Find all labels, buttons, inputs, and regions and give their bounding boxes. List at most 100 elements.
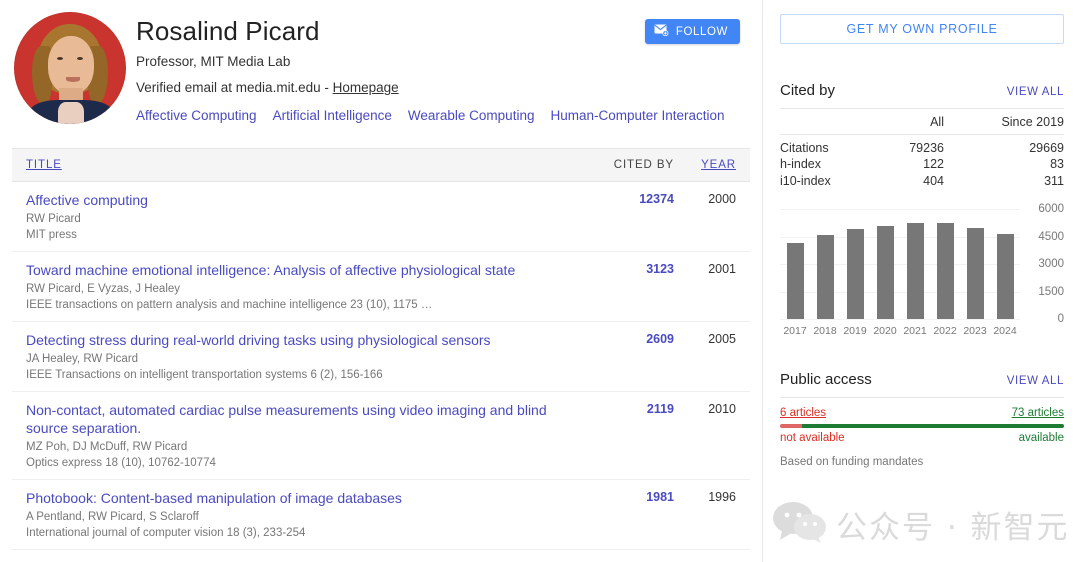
public-access-bar — [780, 424, 1064, 428]
metric-value-since: 311 — [944, 172, 1064, 189]
not-available-count[interactable]: 6 articles — [780, 407, 826, 419]
interest-link-2[interactable]: Wearable Computing — [408, 108, 535, 123]
metric-row: h-index12283 — [780, 155, 1064, 172]
table-body: Affective computingRW PicardMIT press123… — [12, 182, 750, 562]
table-row: Detecting stress during real-world drivi… — [12, 322, 750, 392]
chart-bar-column[interactable] — [810, 209, 840, 319]
chart-bar-2017[interactable] — [787, 243, 804, 319]
publication-title-link[interactable]: Toward machine emotional intelligence: A… — [26, 261, 570, 279]
publication-title-link[interactable]: Photobook: Content-based manipulation of… — [26, 489, 570, 507]
table-row: Advancements in noncontact, multiparamet… — [12, 550, 750, 562]
metrics-header-blank — [780, 109, 877, 135]
chart-bar-2019[interactable] — [847, 229, 864, 319]
publication-venue: International journal of computer vision… — [26, 525, 570, 541]
homepage-link[interactable]: Homepage — [333, 80, 399, 95]
chart-bars — [780, 209, 1020, 319]
publication-cited-by-count[interactable]: 3123 — [582, 261, 674, 313]
chart-y-label: 1500 — [1038, 286, 1064, 298]
publication-cited-by-count[interactable]: 2119 — [582, 401, 674, 471]
chart-bar-2024[interactable] — [997, 234, 1014, 319]
column-header-year[interactable]: YEAR — [674, 159, 736, 171]
chart-bar-column[interactable] — [870, 209, 900, 319]
citation-metrics-table: All Since 2019 Citations7923629669h-inde… — [780, 108, 1064, 189]
publication-title-link[interactable]: Detecting stress during real-world drivi… — [26, 331, 570, 349]
chart-x-axis-labels: 20172018201920202021202220232024 — [780, 325, 1020, 337]
chart-bar-column[interactable] — [900, 209, 930, 319]
portrait-eye-left — [57, 57, 63, 60]
envelope-plus-icon — [654, 24, 669, 39]
chart-y-label: 0 — [1058, 313, 1064, 325]
not-available-label: not available — [780, 432, 845, 444]
publication-title-link[interactable]: Affective computing — [26, 191, 570, 209]
chart-y-label: 4500 — [1038, 231, 1064, 243]
cited-by-view-all-link[interactable]: VIEW ALL — [1007, 86, 1064, 98]
publication-info: Affective computingRW PicardMIT press — [26, 191, 582, 243]
interest-link-0[interactable]: Affective Computing — [136, 108, 257, 123]
public-access-bar-available — [802, 424, 1064, 428]
publication-cited-by-count[interactable]: 1981 — [582, 489, 674, 541]
metrics-header-all: All — [877, 109, 944, 135]
portrait-mouth — [66, 77, 80, 82]
profile-photo[interactable] — [14, 12, 126, 124]
publication-title-link[interactable]: Non-contact, automated cardiac pulse mea… — [26, 401, 570, 437]
chart-bar-2020[interactable] — [877, 226, 894, 320]
column-header-title[interactable]: TITLE — [26, 159, 582, 171]
chart-y-label: 3000 — [1038, 258, 1064, 270]
research-interests: Affective Computing Artificial Intelligen… — [136, 98, 750, 126]
publication-info: Photobook: Content-based manipulation of… — [26, 489, 582, 541]
chart-bar-column[interactable] — [930, 209, 960, 319]
chart-bar-column[interactable] — [990, 209, 1020, 319]
profile-affiliation: Professor, MIT Media Lab — [136, 46, 750, 72]
public-access-header: Public access VIEW ALL — [780, 371, 1064, 397]
interest-link-1[interactable]: Artificial Intelligence — [273, 108, 392, 123]
chart-x-label: 2023 — [960, 325, 990, 337]
chart-x-label: 2022 — [930, 325, 960, 337]
publication-authors: MZ Poh, DJ McDuff, RW Picard — [26, 437, 570, 455]
metric-value-since: 29669 — [944, 135, 1064, 156]
publication-authors: A Pentland, RW Picard, S Sclaroff — [26, 507, 570, 525]
metric-value-since: 83 — [944, 155, 1064, 172]
publication-cited-by-count[interactable]: 12374 — [582, 191, 674, 243]
publication-cited-by-count[interactable]: 2609 — [582, 331, 674, 383]
publication-authors: RW Picard — [26, 209, 570, 227]
chart-bar-column[interactable] — [960, 209, 990, 319]
chart-x-label: 2020 — [870, 325, 900, 337]
available-label: available — [1019, 432, 1064, 444]
available-count[interactable]: 73 articles — [1012, 407, 1064, 419]
cited-by-header: Cited by VIEW ALL — [780, 82, 1064, 108]
metrics-header-since: Since 2019 — [944, 109, 1064, 135]
metric-value-all: 79236 — [877, 135, 944, 156]
publication-venue: IEEE transactions on pattern analysis an… — [26, 297, 570, 313]
chart-bar-2023[interactable] — [967, 228, 984, 319]
get-my-own-profile-button[interactable]: GET MY OWN PROFILE — [780, 14, 1064, 44]
portrait-face — [48, 36, 94, 94]
publication-venue: IEEE Transactions on intelligent transpo… — [26, 367, 570, 383]
chart-bar-column[interactable] — [840, 209, 870, 319]
public-access-bar-not-available — [780, 424, 802, 428]
publication-year: 1996 — [674, 489, 736, 541]
follow-button[interactable]: FOLLOW — [645, 19, 740, 44]
publication-venue: MIT press — [26, 227, 570, 243]
chart-x-label: 2024 — [990, 325, 1020, 337]
citations-per-year-chart: 20172018201920202021202220232024 0 1500 30… — [780, 209, 1064, 337]
public-access-view-all-link[interactable]: VIEW ALL — [1007, 375, 1064, 387]
table-header-row: TITLE CITED BY YEAR — [12, 148, 750, 182]
publication-authors: JA Healey, RW Picard — [26, 349, 570, 367]
metric-value-all: 122 — [877, 155, 944, 172]
public-access-block: Public access VIEW ALL 6 articles 73 art… — [780, 371, 1064, 468]
publication-authors: RW Picard, E Vyzas, J Healey — [26, 279, 570, 297]
chart-bar-column[interactable] — [780, 209, 810, 319]
metric-label: Citations — [780, 135, 877, 156]
chart-x-label: 2018 — [810, 325, 840, 337]
chart-x-label: 2021 — [900, 325, 930, 337]
publication-year: 2005 — [674, 331, 736, 383]
chart-bar-2022[interactable] — [937, 223, 954, 319]
public-access-note: Based on funding mandates — [780, 444, 1064, 468]
chart-x-label: 2017 — [780, 325, 810, 337]
publication-venue: Optics express 18 (10), 10762-10774 — [26, 455, 570, 471]
chart-y-axis-labels: 01500300045006000 — [1024, 209, 1064, 319]
chart-bar-2021[interactable] — [907, 223, 924, 319]
publication-year: 2000 — [674, 191, 736, 243]
chart-bar-2018[interactable] — [817, 235, 834, 319]
interest-link-3[interactable]: Human-Computer Interaction — [550, 108, 724, 123]
